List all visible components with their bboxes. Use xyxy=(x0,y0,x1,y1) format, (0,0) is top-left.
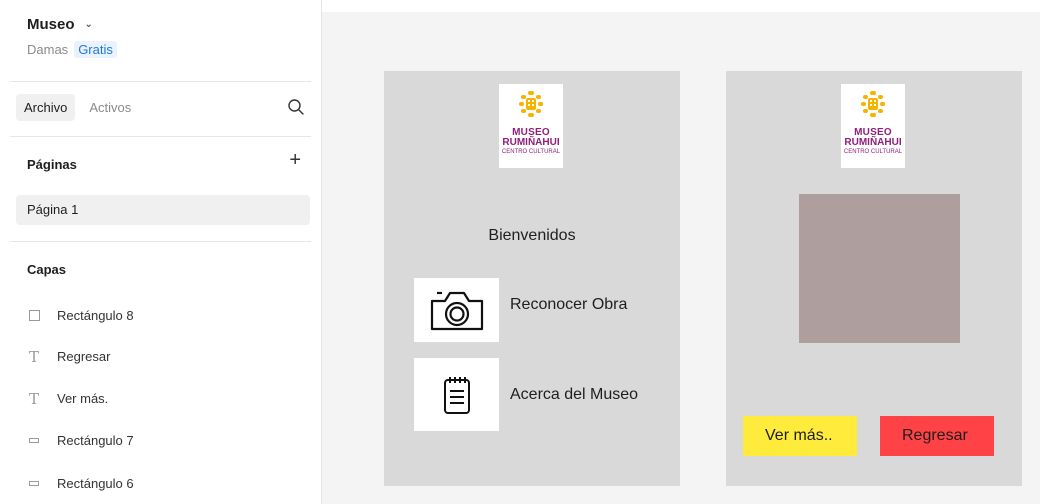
logo-line-3: CENTRO CULTURAL xyxy=(501,149,561,155)
acerca-del-museo-label[interactable]: Acerca del Museo xyxy=(510,386,638,404)
pages-title: Páginas xyxy=(27,157,77,172)
frame-home[interactable]: MUSEO RUMIÑAHUI CENTRO CULTURAL Bienveni… xyxy=(384,71,680,486)
project-name: Museo xyxy=(27,16,75,33)
reconocer-obra-label[interactable]: Reconocer Obra xyxy=(510,296,627,314)
notepad-tile[interactable] xyxy=(414,358,499,431)
camera-icon xyxy=(430,291,483,331)
layer-item-regresar[interactable]: T Regresar xyxy=(27,347,111,366)
tab-activos[interactable]: Activos xyxy=(81,94,139,121)
museum-logo: MUSEO RUMIÑAHUI CENTRO CULTURAL xyxy=(499,84,563,168)
regresar-button[interactable]: Regresar xyxy=(880,416,994,456)
sidebar-tabs: Archivo Activos xyxy=(16,94,139,121)
camera-tile[interactable] xyxy=(414,278,499,342)
layer-item-rectangulo-7[interactable]: Rectángulo 7 xyxy=(27,433,134,448)
project-header: Museo ⌄ Damas Gratis xyxy=(27,16,117,58)
plan-badge[interactable]: Gratis xyxy=(74,41,117,58)
divider xyxy=(10,241,311,242)
layer-item-rectangulo-8[interactable]: Rectángulo 8 xyxy=(27,308,134,323)
page-item-1[interactable]: Página 1 xyxy=(16,195,310,225)
notepad-icon xyxy=(443,376,470,414)
rectangle-thin-icon xyxy=(27,434,41,448)
project-subtitle: Damas Gratis xyxy=(27,41,117,58)
rectangle-thin-icon xyxy=(27,477,41,491)
logo-line-2: RUMIÑAHUI xyxy=(844,137,902,148)
text-icon: T xyxy=(28,389,39,408)
text-icon: T xyxy=(28,347,39,366)
add-page-icon[interactable]: + xyxy=(289,150,301,170)
logo-line-3: CENTRO CULTURAL xyxy=(843,149,903,155)
project-title-button[interactable]: Museo ⌄ xyxy=(27,16,117,33)
sun-logo-icon xyxy=(861,91,885,117)
layer-item-rectangulo-6[interactable]: Rectángulo 6 xyxy=(27,476,134,491)
layer-label: Rectángulo 7 xyxy=(57,433,134,448)
divider xyxy=(10,136,311,137)
chevron-down-icon: ⌄ xyxy=(84,19,93,30)
layer-label: Rectángulo 8 xyxy=(57,308,134,323)
design-canvas[interactable]: MUSEO RUMIÑAHUI CENTRO CULTURAL Bienveni… xyxy=(322,12,1040,504)
layer-label: Rectángulo 6 xyxy=(57,476,134,491)
layers-title: Capas xyxy=(27,262,67,277)
rectangle-icon xyxy=(27,309,41,323)
project-owner[interactable]: Damas xyxy=(27,42,68,57)
layers-sidebar: Museo ⌄ Damas Gratis Archivo Activos Pág… xyxy=(0,0,322,504)
artwork-image-placeholder[interactable] xyxy=(799,194,960,343)
ver-mas-button[interactable]: Ver más.. xyxy=(743,416,857,456)
tab-archivo[interactable]: Archivo xyxy=(16,94,76,121)
welcome-text: Bienvenidos xyxy=(488,227,576,244)
logo-line-2: RUMIÑAHUI xyxy=(502,137,560,148)
layer-label: Regresar xyxy=(57,349,111,364)
layer-label: Ver más. xyxy=(57,391,109,406)
frame-detail[interactable]: MUSEO RUMIÑAHUI CENTRO CULTURAL Ver más.… xyxy=(726,71,1022,486)
search-icon[interactable] xyxy=(287,98,305,116)
divider xyxy=(10,81,311,82)
sun-logo-icon xyxy=(519,91,543,117)
museum-logo: MUSEO RUMIÑAHUI CENTRO CULTURAL xyxy=(841,84,905,168)
layer-item-ver-mas[interactable]: T Ver más. xyxy=(27,389,109,408)
